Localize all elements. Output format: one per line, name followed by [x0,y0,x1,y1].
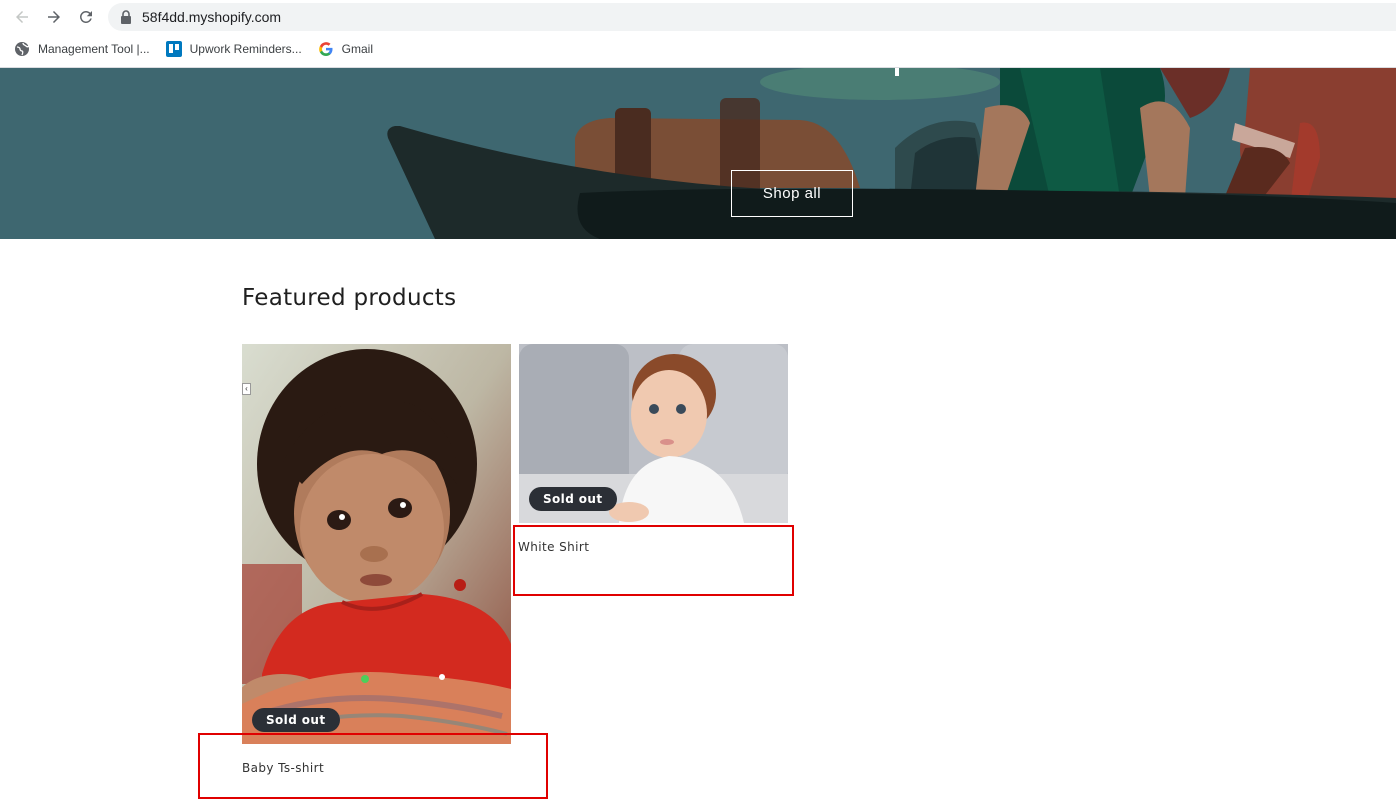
bookmark-label: Upwork Reminders... [189,42,302,56]
highlight-box-white-shirt [513,525,794,596]
baby-photo-red-shirt [242,344,511,744]
carousel-left-arrow-icon[interactable]: ‹ [242,383,251,395]
trello-icon [165,41,182,57]
globe-icon [14,41,30,57]
product-image-baby-tshirt[interactable]: Sold out [242,344,511,744]
reload-icon [79,10,92,23]
bookmark-label: Gmail [341,42,374,56]
product-image-white-shirt[interactable]: Sold out [519,344,788,523]
sold-out-badge: Sold out [252,708,340,732]
bookmark-upwork-reminders[interactable]: Upwork Reminders... [165,41,302,57]
forward-button[interactable] [38,1,70,33]
bookmarks-bar: Management Tool |... Upwork Reminders...… [0,34,1396,64]
back-arrow-icon [16,11,28,23]
google-icon [318,41,334,57]
bookmark-label: Management Tool |... [38,42,150,56]
bookmark-management-tool[interactable]: Management Tool |... [14,41,150,57]
url-text: 58f4dd.myshopify.com [142,9,282,25]
hero-banner: Shop all [0,68,1396,239]
bookmark-gmail[interactable]: Gmail [318,41,373,57]
sold-out-badge: Sold out [529,487,617,511]
browser-toolbar: 58f4dd.myshopify.com [0,0,1396,34]
hero-illustration [0,68,1396,239]
featured-products-heading: Featured products [242,285,457,311]
back-button[interactable] [6,1,38,33]
highlight-box-baby-tshirt [198,733,548,799]
lock-icon [121,10,131,24]
reload-button[interactable] [70,1,102,33]
forward-arrow-icon [48,11,60,23]
address-bar[interactable]: 58f4dd.myshopify.com [108,3,1396,31]
shop-all-button[interactable]: Shop all [731,170,853,217]
